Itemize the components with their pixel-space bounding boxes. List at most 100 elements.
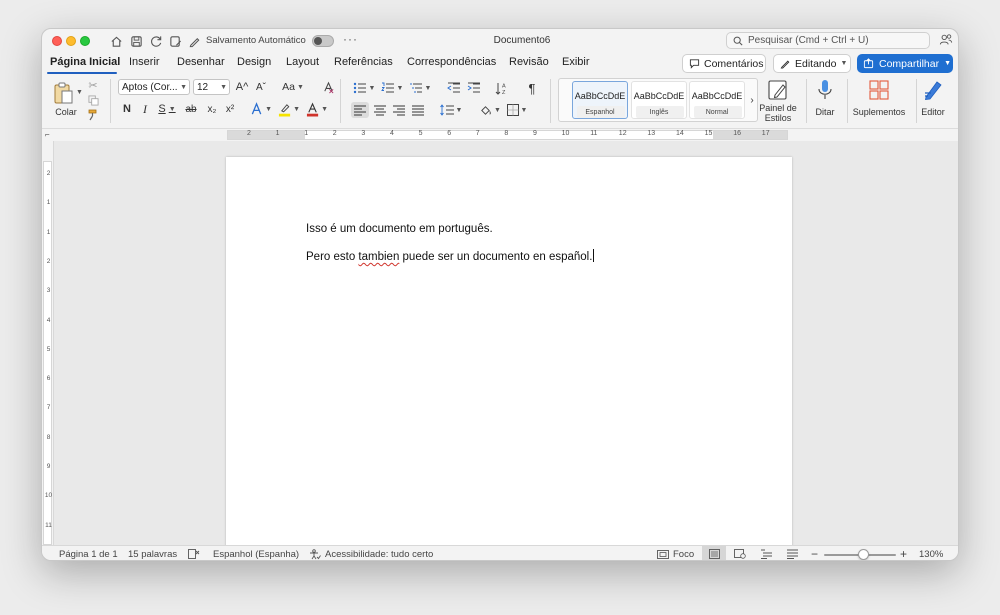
tab-selector-icon[interactable]: ⌐ (45, 130, 50, 139)
addins-icon[interactable] (868, 79, 890, 101)
tab-inserir[interactable]: Inserir (129, 56, 160, 68)
subscript-button[interactable]: x₂ (204, 101, 220, 117)
font-name-select[interactable]: Aptos (Cor... ▼ (118, 79, 190, 95)
bold-button[interactable]: N (120, 101, 134, 117)
language-status[interactable]: Espanhol (Espanha) (213, 549, 299, 560)
paste-icon[interactable] (52, 81, 74, 105)
zoom-slider-thumb[interactable] (858, 549, 869, 560)
more-options-icon[interactable]: ··· (343, 32, 358, 46)
change-case-button[interactable]: Aa ▼ (282, 79, 304, 95)
numbering-button[interactable]: ▼ (380, 81, 404, 95)
shrink-font-button[interactable]: Aˇ (253, 79, 269, 95)
ruler-number: 3 (361, 130, 366, 137)
styles-pane-icon[interactable] (767, 79, 789, 101)
style-normal[interactable]: AaBbCcDdE Normal (689, 81, 745, 119)
borders-icon (506, 104, 519, 116)
font-color-button[interactable]: ▼ (306, 101, 328, 117)
text-effects-button[interactable]: ▼ (250, 101, 272, 117)
paragraph-spanish[interactable]: Pero esto tambien puede ser un documento… (306, 249, 595, 263)
borders-button[interactable]: ▼ (505, 102, 529, 118)
vertical-ruler-number: 1 (46, 228, 51, 236)
italic-button[interactable]: I (138, 101, 152, 117)
draft-view-button[interactable] (780, 546, 804, 560)
save-as-icon[interactable] (167, 33, 183, 49)
align-right-icon (393, 105, 405, 115)
align-right-button[interactable] (390, 102, 408, 118)
highlight-color-button[interactable]: ▼ (278, 101, 300, 117)
chevron-down-icon[interactable]: ▼ (944, 60, 951, 67)
pen-icon[interactable] (186, 33, 202, 49)
tab-exibir[interactable]: Exibir (562, 56, 590, 68)
cut-icon[interactable]: ✂ (86, 79, 100, 92)
clear-formatting-icon[interactable] (320, 79, 336, 95)
styles-pane-label-line1: Painel de (759, 103, 797, 113)
search-input[interactable]: Pesquisar (Cmd + Ctrl + U) (726, 32, 930, 49)
tab-correspondencias[interactable]: Correspondências (407, 56, 496, 68)
copy-icon[interactable] (86, 94, 100, 106)
accessibility-status[interactable]: Acessibilidade: tudo certo (309, 549, 433, 560)
editor-icon[interactable] (922, 79, 944, 101)
zoom-percentage[interactable]: 130% (919, 549, 943, 560)
line-spacing-button[interactable]: ▼ (438, 102, 464, 118)
format-painter-icon[interactable] (86, 109, 100, 121)
paragraph-portuguese[interactable]: Isso é um documento em português. (306, 223, 493, 235)
focus-icon (657, 550, 669, 559)
show-formatting-marks-icon[interactable]: ¶ (524, 80, 540, 96)
print-layout-view-button[interactable] (702, 546, 726, 560)
vertical-ruler[interactable]: 2 1 1 2 3 4 5 6 7 8 9 10 11 (42, 141, 54, 545)
tab-desenhar[interactable]: Desenhar (177, 56, 225, 68)
style-ingles[interactable]: AaBbCcDdE Inglês (631, 81, 687, 119)
editing-mode-button[interactable]: Editando ▼ (773, 54, 851, 73)
word-count[interactable]: 15 palavras (128, 549, 177, 560)
fullscreen-window-button[interactable] (80, 36, 90, 46)
tab-pagina-inicial[interactable]: Página Inicial (50, 56, 120, 68)
multilevel-list-button[interactable]: ▼ (408, 81, 432, 95)
share-button[interactable]: Compartilhar ▼ (857, 54, 953, 73)
style-espanhol[interactable]: AaBbCcDdE Espanhol (572, 81, 628, 119)
page-count[interactable]: Página 1 de 1 (59, 549, 118, 560)
zoom-out-button[interactable]: − (811, 547, 818, 560)
decrease-indent-icon[interactable] (446, 81, 462, 95)
tab-revisao[interactable]: Revisão (509, 56, 549, 68)
comments-button[interactable]: Comentários (682, 54, 766, 73)
document-page[interactable]: Isso é um documento em português. Pero e… (226, 157, 792, 557)
zoom-in-button[interactable]: + (900, 547, 907, 560)
grow-font-button[interactable]: A^ (234, 79, 250, 95)
tab-design[interactable]: Design (237, 56, 271, 68)
focus-button[interactable]: Foco (657, 549, 694, 560)
home-icon[interactable] (108, 33, 124, 49)
redo-icon[interactable] (148, 33, 164, 49)
addins-label: Suplementos (852, 107, 906, 117)
paste-dropdown-icon[interactable]: ▼ (76, 89, 83, 96)
ruler-number: 12 (618, 130, 627, 137)
autosave-toggle[interactable] (312, 35, 334, 47)
close-window-button[interactable] (52, 36, 62, 46)
bullets-button[interactable]: ▼ (352, 81, 376, 95)
tab-referencias[interactable]: Referências (334, 56, 393, 68)
justify-button[interactable] (409, 102, 427, 118)
shading-button[interactable]: ▼ (478, 102, 502, 118)
ribbon-separator (550, 79, 551, 123)
align-center-button[interactable] (371, 102, 389, 118)
superscript-button[interactable]: x² (222, 101, 238, 117)
tab-layout[interactable]: Layout (286, 56, 319, 68)
increase-indent-icon[interactable] (466, 81, 482, 95)
font-size-select[interactable]: 12 ▼ (193, 79, 230, 95)
web-layout-view-button[interactable] (728, 546, 752, 560)
outline-view-button[interactable] (754, 546, 778, 560)
sort-icon[interactable]: AZ (494, 80, 510, 96)
document-canvas[interactable]: 2 1 1 2 3 4 5 6 7 8 9 10 11 Isso é um documento em p… (42, 141, 958, 557)
grow-font-label: A^ (235, 81, 249, 93)
microphone-icon[interactable] (814, 79, 836, 101)
save-icon[interactable] (128, 33, 144, 49)
share-people-icon[interactable] (939, 33, 953, 50)
align-left-button[interactable] (351, 102, 369, 118)
underline-button[interactable]: S ▼ (156, 101, 178, 117)
proofing-status[interactable] (188, 549, 200, 559)
misspelled-word[interactable]: tambien (358, 251, 399, 263)
style-sample: AaBbCcDdE (691, 91, 743, 101)
minimize-window-button[interactable] (66, 36, 76, 46)
ribbon-separator (916, 79, 917, 123)
strikethrough-button[interactable]: ab (182, 101, 200, 117)
horizontal-ruler[interactable]: 2 1 1 2 3 4 5 6 7 8 9 10 11 12 13 14 15 16 17 (227, 130, 788, 140)
